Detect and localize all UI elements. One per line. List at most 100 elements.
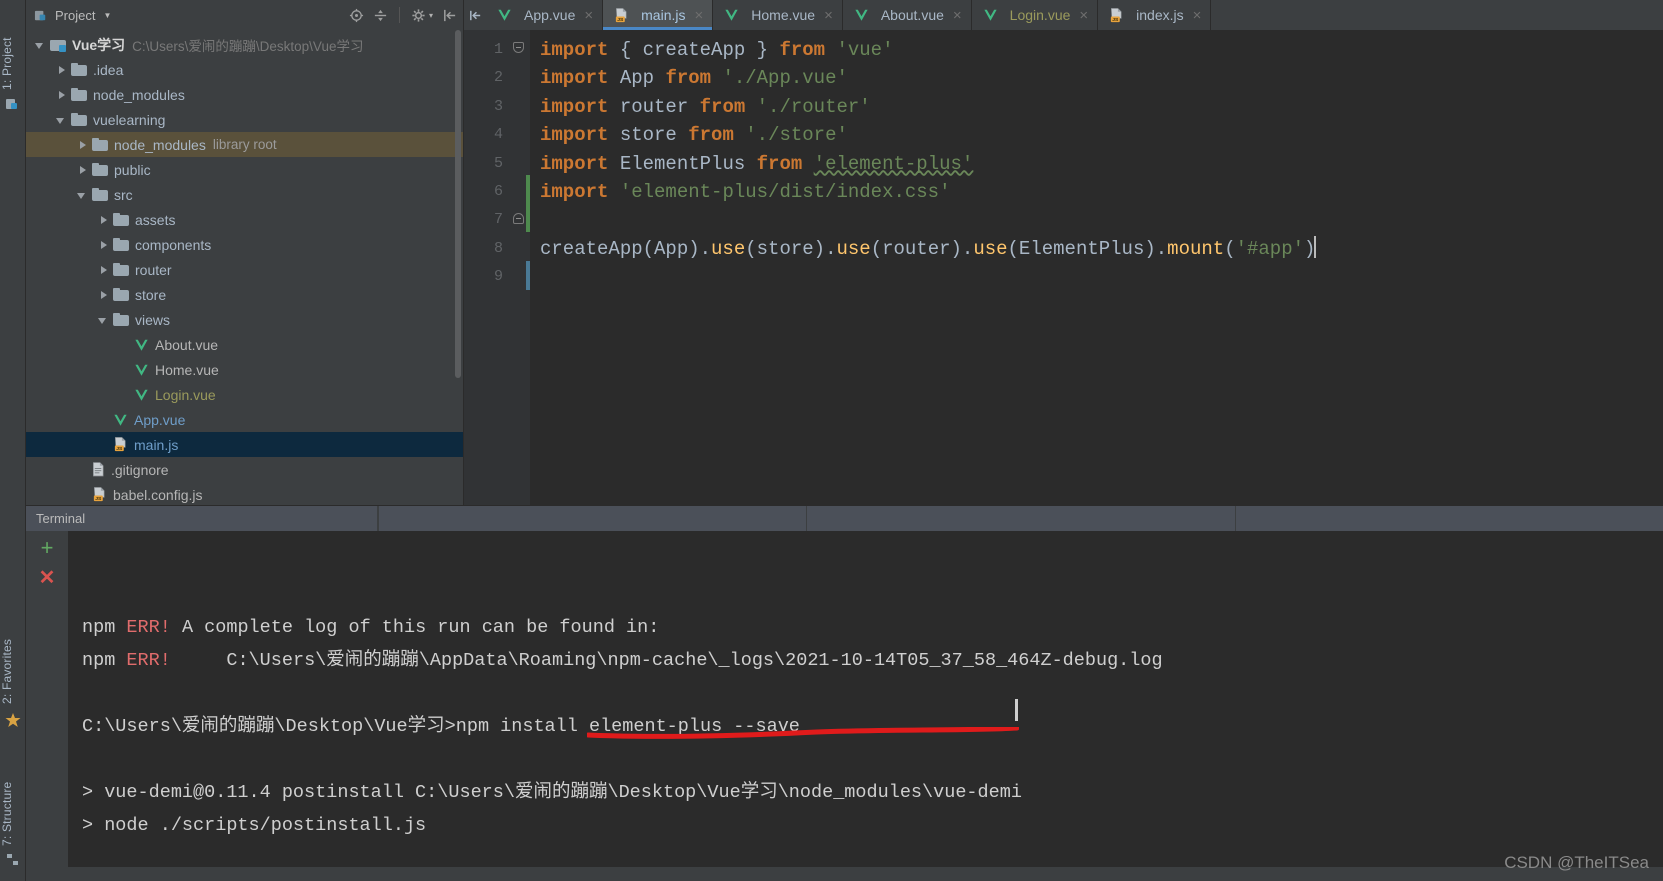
svg-text:JS: JS bbox=[1112, 16, 1119, 22]
close-icon[interactable]: × bbox=[695, 7, 704, 24]
chevron-right-icon[interactable] bbox=[55, 63, 69, 77]
tree-row-path: C:\Users\爱闹的蹦蹦\Desktop\Vue学习 bbox=[132, 38, 364, 54]
editor-gutter[interactable]: 123456789 bbox=[464, 30, 530, 505]
project-tree-scrollbar[interactable] bbox=[455, 30, 461, 378]
tree-row-about-vue[interactable]: About.vue bbox=[26, 332, 463, 357]
close-icon[interactable]: × bbox=[1193, 7, 1202, 24]
ide-window: 1: Project 2: Favorites 7: Structure Pro… bbox=[0, 0, 1663, 881]
project-icon[interactable] bbox=[5, 96, 21, 112]
vue-file-icon bbox=[135, 364, 148, 376]
close-icon[interactable]: × bbox=[584, 7, 593, 24]
editor-tab-home-vue[interactable]: Home.vue × bbox=[713, 0, 843, 30]
terminal-line: npm ERR! A complete log of this run can … bbox=[82, 611, 1663, 644]
tab-label: App.vue bbox=[524, 7, 576, 23]
terminal-token: > node ./scripts/postinstall.js bbox=[82, 815, 427, 836]
structure-icon[interactable] bbox=[5, 852, 21, 868]
code-token: (ElementPlus). bbox=[1007, 237, 1168, 260]
add-terminal-icon[interactable]: + bbox=[41, 537, 54, 559]
vue-file-icon bbox=[984, 9, 997, 21]
code-editor[interactable]: 123456789 import { createApp } from 'vue… bbox=[464, 30, 1663, 505]
editor-tab-login-vue[interactable]: Login.vue × bbox=[971, 0, 1099, 30]
code-fold-icon[interactable] bbox=[513, 213, 524, 224]
tab-terminal[interactable]: Terminal bbox=[26, 506, 378, 531]
tree-row-store[interactable]: store bbox=[26, 282, 463, 307]
tab-label: Login.vue bbox=[1009, 7, 1071, 23]
terminal-token: npm bbox=[82, 650, 127, 671]
tree-row-vuelearning[interactable]: vuelearning bbox=[26, 107, 463, 132]
tree-row-label: .idea bbox=[93, 61, 124, 78]
tree-row-icon bbox=[113, 288, 135, 301]
star-icon[interactable] bbox=[5, 712, 21, 728]
collapse-all-icon[interactable] bbox=[373, 8, 388, 23]
rail-button-favorites[interactable]: 2: Favorites bbox=[0, 612, 26, 708]
tree-row-assets[interactable]: assets bbox=[26, 207, 463, 232]
terminal-token: ERR! bbox=[126, 617, 171, 638]
tree-row-public[interactable]: public bbox=[26, 157, 463, 182]
text-file-icon bbox=[93, 462, 104, 477]
editor-tab-main-js[interactable]: JS main.js × bbox=[603, 0, 714, 30]
chevron-right-icon[interactable] bbox=[55, 88, 69, 102]
terminal-panel: Terminal + ✕ npm ERR! A complete log of … bbox=[26, 505, 1663, 881]
gear-icon[interactable] bbox=[411, 8, 426, 23]
tree-row-components[interactable]: components bbox=[26, 232, 463, 257]
gear-chevron-icon[interactable]: ▾ bbox=[429, 11, 433, 20]
code-content[interactable]: import { createApp } from 'vue' import Ap… bbox=[530, 30, 1663, 505]
tree-row-router[interactable]: router bbox=[26, 257, 463, 282]
locate-icon[interactable] bbox=[349, 8, 364, 23]
project-title-group[interactable]: Project ▼ bbox=[34, 8, 111, 23]
chevron-right-icon[interactable] bbox=[76, 138, 90, 152]
tree-row-login-vue[interactable]: Login.vue bbox=[26, 382, 463, 407]
tree-row-src[interactable]: src bbox=[26, 182, 463, 207]
tree-row-label: Vue学习 bbox=[72, 36, 126, 53]
folder-icon bbox=[71, 88, 87, 101]
code-line: import router from './router' bbox=[540, 93, 1663, 121]
chevron-right-icon[interactable] bbox=[97, 288, 111, 302]
tree-row-home-vue[interactable]: Home.vue bbox=[26, 357, 463, 382]
code-fold-icon[interactable] bbox=[513, 42, 524, 53]
hide-panel-icon[interactable] bbox=[442, 8, 457, 23]
tree-row-vue[interactable]: Vue学习 C:\Users\爱闹的蹦蹦\Desktop\Vue学习 bbox=[26, 32, 463, 57]
tree-row-node-modules[interactable]: node_modules bbox=[26, 82, 463, 107]
close-icon[interactable]: × bbox=[824, 7, 833, 24]
tree-row-babel-config-js[interactable]: JS babel.config.js bbox=[26, 482, 463, 505]
red-annotation-underline bbox=[587, 727, 1019, 739]
chevron-down-icon[interactable] bbox=[76, 188, 90, 202]
close-terminal-icon[interactable]: ✕ bbox=[39, 568, 56, 588]
editor-tab-app-vue[interactable]: App.vue × bbox=[486, 0, 604, 30]
editor-tab-index-js[interactable]: JS index.js × bbox=[1098, 0, 1212, 30]
close-icon[interactable]: × bbox=[1079, 7, 1088, 24]
editor-tab-about-vue[interactable]: About.vue × bbox=[842, 0, 972, 30]
tree-row-gitignore[interactable]: .gitignore bbox=[26, 457, 463, 482]
rail-button-structure[interactable]: 7: Structure bbox=[0, 740, 26, 850]
tree-row-node-modules[interactable]: node_modules library root bbox=[26, 132, 463, 157]
chevron-down-icon[interactable]: ▼ bbox=[103, 11, 111, 20]
chevron-right-icon[interactable] bbox=[97, 213, 111, 227]
tree-row-main-js[interactable]: JS main.js bbox=[26, 432, 463, 457]
editor-area: App.vue × JS main.js × Home.vue × About.vue × Log… bbox=[464, 0, 1663, 505]
terminal-output[interactable]: npm ERR! A complete log of this run can … bbox=[68, 531, 1663, 881]
tree-row-idea[interactable]: .idea bbox=[26, 57, 463, 82]
tab-file-icon bbox=[854, 8, 875, 22]
tree-row-label: babel.config.js bbox=[113, 486, 203, 503]
terminal-token: C:\Users\爱闹的蹦蹦\AppData\Roaming\npm-cache… bbox=[170, 650, 1163, 671]
tree-row-app-vue[interactable]: App.vue bbox=[26, 407, 463, 432]
rail-button-project[interactable]: 1: Project bbox=[0, 4, 26, 94]
vue-file-icon bbox=[725, 9, 738, 21]
close-icon[interactable]: × bbox=[953, 7, 962, 24]
tree-row-icon: JS bbox=[113, 437, 134, 452]
code-token: 'element-plus/dist/index.css' bbox=[619, 180, 951, 203]
chevron-down-icon[interactable] bbox=[97, 313, 111, 327]
chevron-right-icon[interactable] bbox=[76, 163, 90, 177]
tree-row-label: store bbox=[135, 286, 167, 303]
tree-row-views[interactable]: views bbox=[26, 307, 463, 332]
chevron-down-icon[interactable] bbox=[55, 113, 69, 127]
tab-list-handle-icon[interactable] bbox=[464, 0, 486, 30]
project-tree[interactable]: Vue学习 C:\Users\爱闹的蹦蹦\Desktop\Vue学习 .idea no… bbox=[26, 30, 463, 505]
code-line: import ElementPlus from 'element-plus' bbox=[540, 150, 1663, 178]
chevron-right-icon[interactable] bbox=[97, 238, 111, 252]
chevron-right-icon[interactable] bbox=[97, 263, 111, 277]
status-strip bbox=[0, 867, 1663, 881]
editor-scrollbar[interactable] bbox=[1651, 30, 1663, 505]
chevron-down-icon[interactable] bbox=[34, 38, 48, 52]
